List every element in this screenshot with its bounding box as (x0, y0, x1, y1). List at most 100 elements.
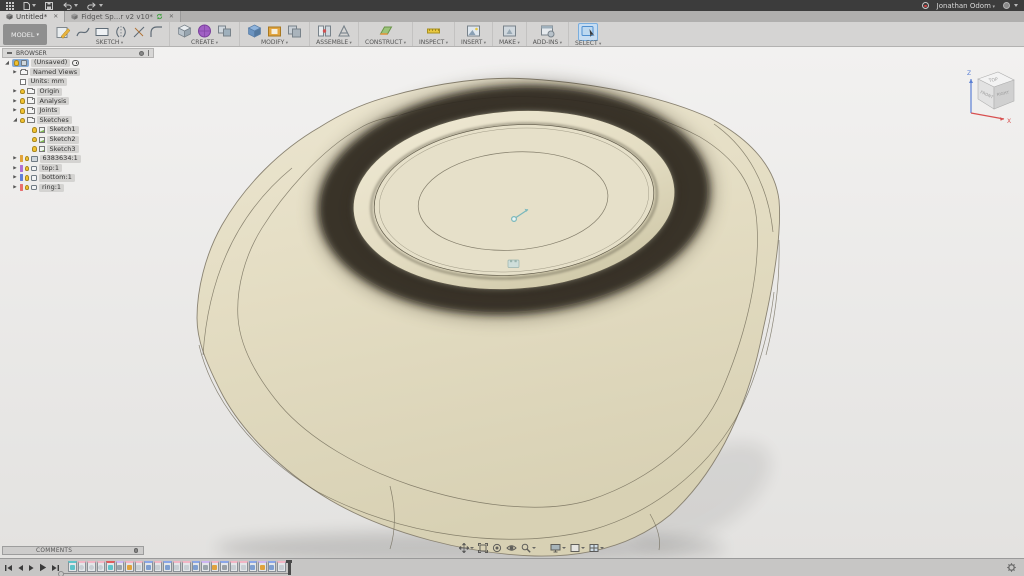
shell-icon[interactable] (266, 23, 283, 39)
fit-icon[interactable] (478, 543, 488, 553)
save-icon[interactable] (45, 1, 53, 10)
browser-collapse-icon[interactable] (7, 52, 12, 54)
browser-item-origin[interactable]: ▶ Origin (2, 87, 154, 97)
expand-arrow-icon[interactable]: ▶ (12, 156, 18, 161)
browser-item-component[interactable]: ▶ 6383634:1 (2, 154, 154, 164)
step-back-icon[interactable] (17, 564, 24, 572)
browser-item-top[interactable]: ▶ top:1 (2, 164, 154, 174)
skip-to-start-icon[interactable] (4, 564, 13, 572)
browser-display-dot-icon[interactable] (139, 51, 144, 56)
mirror-icon[interactable] (113, 24, 129, 39)
combine-icon[interactable] (286, 23, 303, 39)
timeline-feature-joint-icon[interactable] (68, 561, 77, 572)
fillet-arc-icon[interactable] (149, 24, 163, 39)
trim-icon[interactable] (132, 24, 146, 39)
step-forward-icon[interactable] (28, 564, 35, 572)
expand-arrow-icon[interactable]: ▶ (12, 108, 18, 113)
visibility-bulb-icon[interactable] (25, 156, 30, 162)
screencast-record-icon[interactable] (922, 2, 929, 9)
pan-icon[interactable] (459, 543, 474, 553)
comments-bar[interactable]: COMMENTS (2, 546, 144, 555)
expand-arrow-icon[interactable]: ◢ (12, 117, 18, 123)
comments-dot-icon[interactable] (134, 548, 139, 553)
rigid-group-icon[interactable] (336, 23, 352, 39)
construction-plane-icon[interactable] (377, 23, 394, 39)
browser-item-joints[interactable]: ▶ Joints (2, 106, 154, 116)
make-3dprint-icon[interactable] (501, 23, 518, 39)
visibility-bulb-icon[interactable] (32, 146, 37, 152)
play-icon[interactable] (39, 563, 47, 572)
visibility-bulb-icon[interactable] (20, 118, 25, 124)
expand-arrow-icon[interactable]: ▶ (12, 89, 18, 94)
redo-icon[interactable] (87, 1, 103, 10)
insert-image-icon[interactable] (465, 23, 482, 39)
tab-untitled[interactable]: Untitled* ✕ (0, 11, 65, 22)
timeline-feature-frame-icon[interactable] (201, 561, 210, 572)
select-tool-icon[interactable] (578, 23, 598, 41)
browser-item-named-views[interactable]: ▶ Named Views (2, 68, 154, 78)
browser-header[interactable]: BROWSER (2, 48, 154, 58)
browser-item-analysis[interactable]: ▶ Analysis (2, 96, 154, 106)
group-label-insert[interactable]: INSERT (461, 39, 486, 46)
timeline-feature-pin-icon[interactable] (97, 561, 106, 572)
visibility-bulb-icon[interactable] (20, 108, 25, 114)
browser-root-row[interactable]: ◢ (Unsaved) (2, 58, 154, 68)
workspace-selector[interactable]: MODEL (3, 24, 47, 45)
group-label-construct[interactable]: CONSTRUCT (365, 39, 406, 46)
timeline-track[interactable] (60, 573, 288, 574)
layout-icon[interactable] (570, 543, 585, 553)
measure-icon[interactable] (425, 23, 442, 39)
timeline-feature-feature-icon[interactable] (239, 561, 248, 572)
browser-item-sketches[interactable]: ◢ Sketches (2, 116, 154, 126)
user-account-menu[interactable]: Jonathan Odom (937, 2, 995, 10)
timeline-feature-feature-icon[interactable] (173, 561, 182, 572)
expand-arrow-icon[interactable]: ◢ (4, 60, 10, 66)
visibility-bulb-icon[interactable] (32, 127, 37, 133)
create-form-icon[interactable] (196, 23, 213, 39)
browser-item-sketch1[interactable]: Sketch1 (2, 125, 154, 135)
browser-item-sketch3[interactable]: Sketch3 (2, 144, 154, 154)
app-grid-icon[interactable] (6, 1, 14, 10)
timeline-feature-feature-icon[interactable] (230, 561, 239, 572)
timeline-feature-feature-icon[interactable] (277, 561, 286, 572)
spline-icon[interactable] (75, 24, 91, 39)
create-sketch-icon[interactable] (56, 24, 72, 39)
timeline-feature-feature-icon[interactable] (135, 561, 144, 572)
timeline-feature-extrude-icon[interactable] (268, 561, 277, 572)
timeline-feature-extrude-icon[interactable] (163, 561, 172, 572)
browser-item-ring[interactable]: ▶ ring:1 (2, 183, 154, 193)
display-settings-icon[interactable] (550, 543, 566, 553)
expand-arrow-icon[interactable]: ▶ (12, 175, 18, 180)
view-cube[interactable]: Z X TOP FRONT RIGHT (956, 61, 1018, 127)
zoom-icon[interactable] (521, 543, 536, 553)
undo-icon[interactable] (62, 1, 78, 10)
browser-item-sketch2[interactable]: Sketch2 (2, 135, 154, 145)
rectangle-icon[interactable] (94, 24, 110, 39)
timeline-feature-feature-icon[interactable] (154, 561, 163, 572)
viewports-grid-icon[interactable] (589, 543, 604, 553)
timeline-feature-pin-icon[interactable] (78, 561, 87, 572)
timeline-feature-fillet-icon[interactable] (220, 561, 229, 572)
visibility-bulb-icon[interactable] (32, 137, 37, 143)
joint-icon[interactable] (316, 23, 333, 39)
timeline-feature-extrude-icon[interactable] (144, 561, 153, 572)
skip-to-end-icon[interactable] (51, 564, 60, 572)
expand-arrow-icon[interactable]: ▶ (12, 166, 18, 171)
visibility-bulb-icon[interactable] (14, 60, 19, 66)
group-label-create[interactable]: CREATE (191, 39, 218, 46)
timeline-feature-sketch-icon[interactable] (258, 561, 267, 572)
group-label-addins[interactable]: ADD-INS (533, 39, 562, 46)
visibility-bulb-icon[interactable] (25, 175, 30, 181)
help-avatar-icon[interactable] (1003, 2, 1010, 9)
expand-arrow-icon[interactable]: ▶ (12, 185, 18, 190)
browser-drag-handle-icon[interactable] (148, 50, 150, 56)
group-label-make[interactable]: MAKE (499, 39, 520, 46)
timeline-feature-pin-icon[interactable] (87, 561, 96, 572)
timeline-feature-sketch-icon[interactable] (211, 561, 220, 572)
history-clock-icon[interactable] (72, 60, 79, 67)
visibility-bulb-icon[interactable] (20, 89, 25, 95)
group-label-assemble[interactable]: ASSEMBLE (316, 39, 352, 46)
look-at-icon[interactable] (506, 543, 517, 553)
joint-glyph-icon[interactable] (508, 260, 519, 268)
addins-scripts-icon[interactable] (539, 23, 556, 39)
